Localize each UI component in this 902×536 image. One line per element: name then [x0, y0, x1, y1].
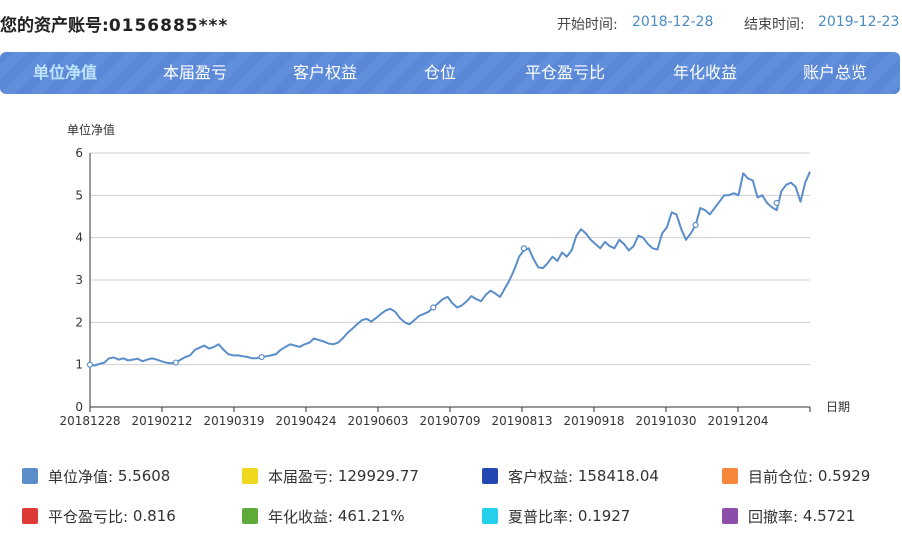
y-axis-label: 单位净值	[67, 122, 115, 137]
legend-swatch-closed-ratio	[22, 508, 38, 524]
legend-label-closed-ratio: 平仓盈亏比:	[48, 507, 129, 526]
x-tick-label: 20190603	[347, 414, 408, 428]
x-tick-label: 20191030	[635, 414, 696, 428]
start-date-value: 2018-12-28	[632, 14, 714, 30]
data-point-marker[interactable]	[520, 245, 528, 252]
x-tick-label: 20190918	[563, 414, 624, 428]
legend-swatch-position	[722, 468, 738, 484]
legend-pnl: 本届盈亏: 129929.77	[242, 465, 419, 487]
account-title: 您的资产账号:0156885***	[0, 11, 228, 36]
data-point-marker[interactable]	[773, 199, 780, 207]
x-tick-labels: 20181228 20190212 20190319 20190424 20190603…	[59, 407, 811, 428]
legend-sharpe: 夏普比率: 0.1927	[482, 505, 630, 527]
legend-value-sharpe: 0.1927	[577, 507, 631, 525]
end-date-value: 2019-12-23	[818, 14, 900, 30]
tab-period-pnl[interactable]: 本届盈亏	[130, 52, 260, 94]
legend-value-position: 0.5929	[817, 467, 871, 485]
legend-label-nav: 单位净值:	[48, 467, 114, 486]
header: 您的资产账号:0156885*** 开始时间: 2018-12-28 结束时间:…	[0, 0, 902, 46]
data-point-marker[interactable]	[258, 353, 265, 361]
data-point-marker[interactable]	[172, 359, 179, 366]
tab-bar: 单位净值 本届盈亏 客户权益 仓位 平仓盈亏比 年化收益 账户总览	[0, 52, 900, 94]
x-tick-label: 20190212	[131, 414, 192, 428]
nav-line-chart: 单位净值 0123456 20181228 20190212 20190319 201…	[59, 122, 850, 428]
legend-value-nav: 5.5608	[117, 467, 171, 485]
account-number: 0156885***	[108, 16, 229, 36]
legend-swatch-drawdown	[722, 508, 738, 524]
tab-close-pnl-ratio[interactable]: 平仓盈亏比	[490, 52, 640, 94]
x-tick-label: 20190813	[491, 414, 552, 428]
tab-position[interactable]: 仓位	[390, 52, 490, 94]
legend-label-equity: 客户权益:	[508, 467, 574, 486]
x-tick-label: 20190319	[203, 414, 264, 428]
y-tick-label: 0	[75, 400, 83, 414]
tab-account-overview[interactable]: 账户总览	[770, 52, 900, 94]
legend-swatch-annual	[242, 508, 258, 524]
legend-label-annual: 年化收益:	[268, 507, 334, 526]
y-tick-labels: 0 1 2 3 4 5 6	[75, 146, 83, 414]
legend-value-drawdown: 4.5721	[802, 507, 856, 525]
tab-unit-nav[interactable]: 单位净值	[0, 52, 130, 94]
x-tick-label: 20191204	[707, 414, 768, 428]
tab-client-equity[interactable]: 客户权益	[260, 52, 390, 94]
legend-nav: 单位净值: 5.5608	[22, 465, 170, 487]
legend-value-equity: 158418.04	[577, 467, 659, 485]
legend-swatch-equity	[482, 468, 498, 484]
x-axis-label: 日期	[826, 400, 850, 414]
nav-chart: 单位净值 0123456 20181228 20190212 20190319 201…	[0, 110, 902, 440]
legend-drawdown: 回撤率: 4.5721	[722, 505, 855, 527]
legend-closed-ratio: 平仓盈亏比: 0.816	[22, 505, 176, 527]
legend-value-annual: 461.21%	[337, 507, 405, 525]
legend-label-sharpe: 夏普比率:	[508, 507, 574, 526]
data-point-marker[interactable]	[692, 221, 699, 229]
y-tick-label: 2	[75, 315, 83, 329]
data-point-marker[interactable]	[430, 304, 437, 311]
x-tick-label: 20190424	[275, 414, 336, 428]
data-point-marker[interactable]	[86, 361, 94, 368]
legend-label-drawdown: 回撤率:	[748, 507, 799, 526]
x-tick-label: 20181228	[59, 414, 120, 428]
legend-label-pnl: 本届盈亏:	[268, 467, 334, 486]
series-line-nav	[89, 171, 811, 367]
legend-value-pnl: 129929.77	[337, 467, 419, 485]
legend-swatch-sharpe	[482, 508, 498, 524]
y-tick-label: 5	[75, 188, 83, 202]
series-markers	[86, 199, 780, 368]
start-date-label: 开始时间:	[557, 17, 618, 33]
y-tick-label: 6	[75, 146, 83, 160]
tab-annual-return[interactable]: 年化收益	[640, 52, 770, 94]
account-label: 您的资产账号:	[0, 16, 109, 36]
y-tick-label: 3	[75, 273, 83, 287]
stats-legend: 单位净值: 5.5608 本届盈亏: 129929.77 客户权益: 15841…	[0, 455, 902, 535]
legend-label-position: 目前仓位:	[748, 467, 814, 486]
legend-equity: 客户权益: 158418.04	[482, 465, 659, 487]
y-tick-label: 4	[75, 231, 83, 245]
x-tick-label: 20190709	[419, 414, 480, 428]
y-tick-label: 1	[75, 358, 83, 372]
end-date-label: 结束时间:	[744, 17, 805, 33]
legend-swatch-nav	[22, 468, 38, 484]
legend-swatch-pnl	[242, 468, 258, 484]
legend-annual: 年化收益: 461.21%	[242, 505, 405, 527]
gridlines	[89, 152, 810, 408]
legend-position: 目前仓位: 0.5929	[722, 465, 870, 487]
legend-value-closed-ratio: 0.816	[132, 507, 176, 525]
